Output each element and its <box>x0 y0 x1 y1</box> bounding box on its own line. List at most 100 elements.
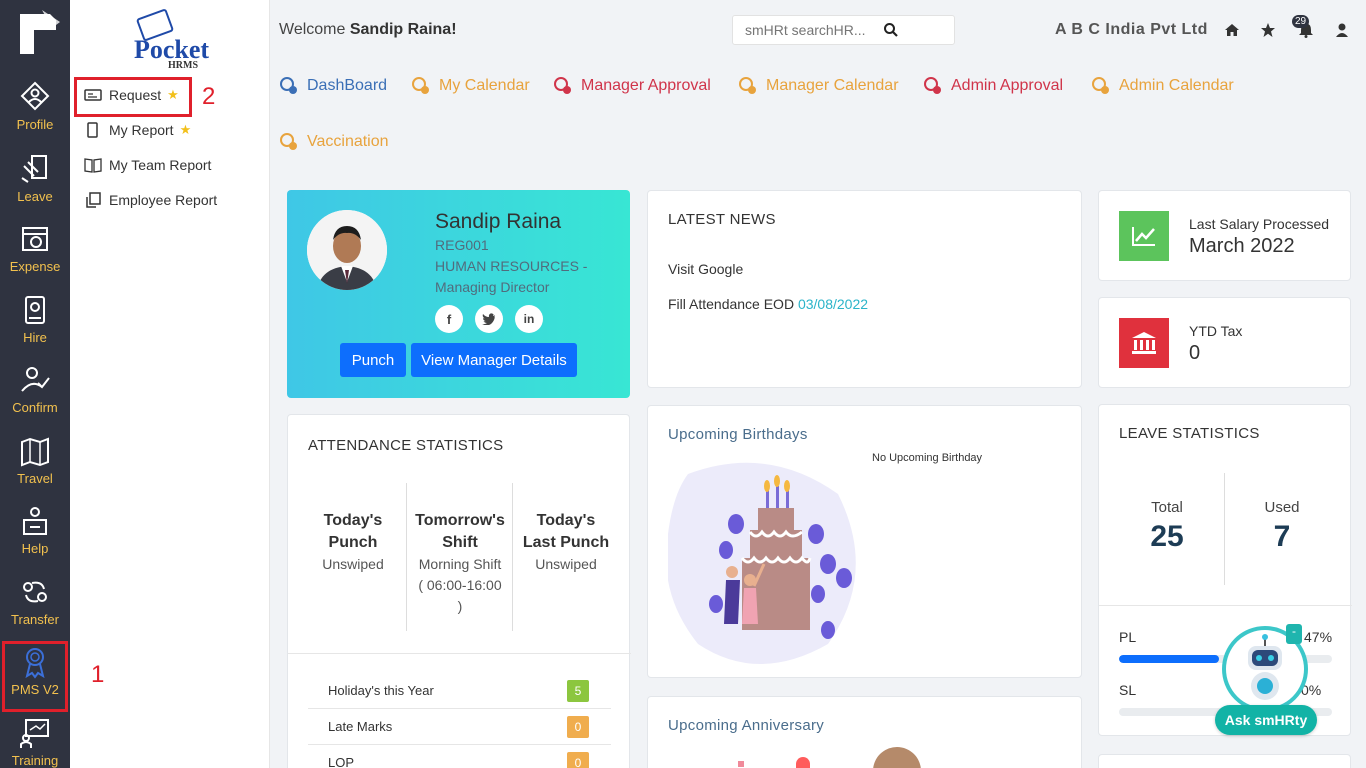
tab-label: Manager Calendar <box>766 77 899 94</box>
rail-label: Training <box>11 753 59 768</box>
minimize-chat-button[interactable]: - <box>1286 624 1302 644</box>
leave-type-label: SL <box>1119 682 1137 698</box>
tab-admin-approval[interactable]: Admin Approval <box>923 76 1063 96</box>
late-marks-stat-row[interactable]: Late Marks 0 <box>308 709 611 745</box>
leave-statistics-card: LEAVE STATISTICS Total 25 Used 7 PL 47% … <box>1098 404 1352 736</box>
lop-stat-row[interactable]: LOP 0 <box>308 745 611 768</box>
last-salary-card: Last Salary Processed March 2022 <box>1098 190 1351 281</box>
rail-item-confirm[interactable]: Confirm <box>0 363 70 415</box>
app-logo-icon[interactable] <box>12 8 62 60</box>
leave-title: LEAVE STATISTICS <box>1119 425 1260 442</box>
submenu-item-request[interactable]: Request ★ <box>84 84 179 106</box>
search-icon[interactable] <box>883 22 899 38</box>
stat-badge: 0 <box>567 752 589 768</box>
tab-dashboard[interactable]: DashBoard <box>279 76 387 96</box>
tab-manager-calendar[interactable]: Manager Calendar <box>738 76 899 96</box>
submenu-label: Request <box>109 87 162 103</box>
tab-vaccination[interactable]: Vaccination <box>279 132 389 152</box>
profile-name: Sandip Raina <box>435 210 562 233</box>
column-heading: Last Punch <box>522 534 610 551</box>
tomorrow-shift-column: Tomorrow's Shift Morning Shift ( 06:00-1… <box>410 510 510 617</box>
confirm-icon <box>21 367 50 392</box>
column-heading: Tomorrow's <box>415 512 505 529</box>
party-decoration <box>796 757 810 768</box>
approval-gear-icon <box>924 77 941 94</box>
leave-used-label: Used <box>1264 499 1300 516</box>
rail-item-hire[interactable]: Hire <box>0 293 70 345</box>
pocket-logo-icon: Pocket HRMS <box>134 9 209 71</box>
ask-smhrty-button[interactable]: Ask smHRty <box>1215 705 1317 735</box>
tab-manager-approval[interactable]: Manager Approval <box>553 76 711 96</box>
view-manager-details-button[interactable]: View Manager Details <box>411 343 577 377</box>
holiday-stat-row[interactable]: Holiday's this Year 5 <box>308 673 611 709</box>
facebook-icon[interactable]: f <box>435 305 463 333</box>
pocket-hrms-logo[interactable]: Pocket HRMS <box>132 8 210 71</box>
divider <box>512 483 513 631</box>
search-box[interactable] <box>732 15 955 45</box>
extra-card <box>1098 754 1351 768</box>
news-item[interactable]: Visit Google <box>668 261 743 277</box>
rail-item-travel[interactable]: Travel <box>0 434 70 486</box>
leave-progress-fill <box>1119 655 1220 663</box>
user-photo-icon <box>307 210 387 290</box>
twitter-icon[interactable] <box>475 305 503 333</box>
star-icon[interactable] <box>1260 22 1276 38</box>
submenu-item-my-team-report[interactable]: My Team Report <box>84 154 211 176</box>
rail-item-profile[interactable]: Profile <box>0 80 70 132</box>
rail-item-expense[interactable]: Expense <box>0 222 70 274</box>
profile-card: Sandip Raina REG001 HUMAN RESOURCES - Ma… <box>287 190 630 398</box>
rail-item-training[interactable]: Training <box>0 716 70 768</box>
user-icon[interactable] <box>1334 22 1350 38</box>
employee-department: HUMAN RESOURCES - <box>435 258 588 274</box>
book-icon <box>84 158 102 173</box>
punch-button[interactable]: Punch <box>340 343 406 377</box>
linkedin-icon[interactable]: in <box>515 305 543 333</box>
today-punch-column: Today's Punch Unswiped <box>308 510 398 575</box>
ytd-tax-card: YTD Tax 0 <box>1098 297 1351 388</box>
search-input[interactable] <box>745 16 895 44</box>
vaccination-gear-icon <box>280 133 297 150</box>
rail-item-leave[interactable]: Leave <box>0 152 70 204</box>
news-item-date: 03/08/2022 <box>797 296 869 312</box>
welcome-user-name: Sandip Raina! <box>349 21 457 38</box>
stat-badge: 0 <box>567 716 589 738</box>
news-item[interactable]: Fill Attendance EOD 03/08/2022 <box>668 296 868 312</box>
column-value: ) <box>457 598 463 614</box>
bank-icon <box>1119 318 1169 368</box>
annotation-number-2: 2 <box>202 83 216 110</box>
tab-my-calendar[interactable]: My Calendar <box>411 76 530 96</box>
rail-item-transfer[interactable]: Transfer <box>0 575 70 627</box>
copy-report-icon <box>86 192 101 208</box>
training-icon <box>20 719 49 748</box>
submenu-item-my-report[interactable]: My Report ★ <box>84 119 191 141</box>
hire-icon <box>25 296 45 324</box>
highlight-box-pms <box>2 641 68 712</box>
tab-label: Vaccination <box>307 133 389 150</box>
star-icon[interactable]: ★ <box>167 87 179 103</box>
employee-code: REG001 <box>435 237 489 253</box>
column-heading: Shift <box>442 534 478 551</box>
tab-admin-calendar[interactable]: Admin Calendar <box>1091 76 1234 96</box>
svg-text:HRMS: HRMS <box>168 60 198 70</box>
today-last-punch-column: Today's Last Punch Unswiped <box>516 510 616 575</box>
phone-report-icon <box>87 122 98 138</box>
stat-badge: 5 <box>567 680 589 702</box>
salary-value: March 2022 <box>1189 235 1295 257</box>
home-icon[interactable] <box>1224 22 1240 38</box>
tab-label: Admin Approval <box>951 77 1064 94</box>
calendar-gear-icon <box>739 77 756 94</box>
rail-item-help[interactable]: Help <box>0 504 70 556</box>
submenu-item-employee-report[interactable]: Employee Report <box>84 189 217 211</box>
anniversary-avatar <box>873 747 921 768</box>
star-icon[interactable]: ★ <box>180 122 192 138</box>
divider <box>1224 473 1225 585</box>
column-heading: Today's <box>536 512 596 529</box>
leave-percent: 47% <box>1304 629 1333 645</box>
column-heading: Punch <box>328 534 378 551</box>
tab-label: Admin Calendar <box>1119 77 1234 94</box>
divider <box>1099 605 1352 606</box>
rail-label: Profile <box>16 117 54 132</box>
column-value: ( 06:00-16:00 <box>418 577 502 593</box>
rail-label: Transfer <box>11 612 59 627</box>
confetti-decoration <box>738 761 744 767</box>
